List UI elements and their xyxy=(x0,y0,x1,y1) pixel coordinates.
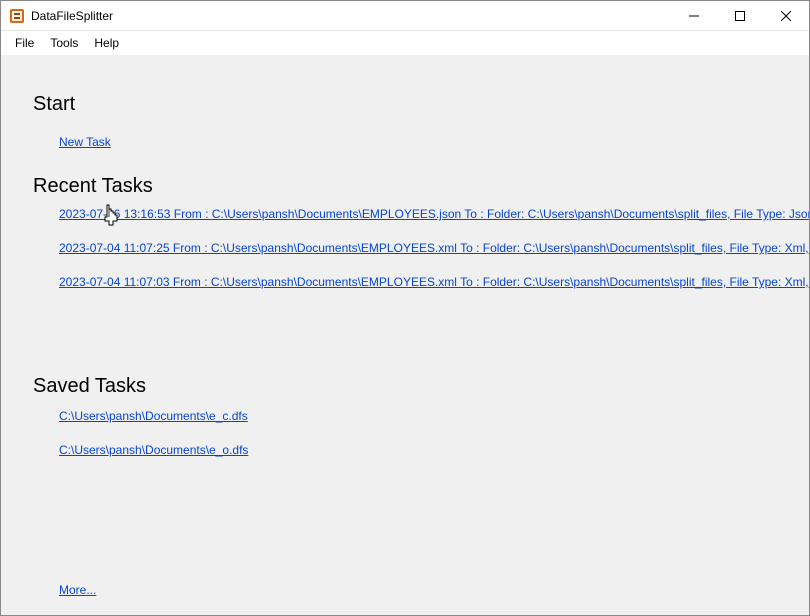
saved-task-link[interactable]: C:\Users\pansh\Documents\e_o.dfs xyxy=(59,443,248,457)
recent-task-link[interactable]: 2023-07-04 11:07:25 From : C:\Users\pans… xyxy=(59,241,809,255)
recent-task-item: 2023-07-06 13:16:53 From : C:\Users\pans… xyxy=(59,205,809,223)
menubar: File Tools Help xyxy=(1,31,809,55)
menu-file[interactable]: File xyxy=(7,34,42,52)
saved-task-item: C:\Users\pansh\Documents\e_o.dfs xyxy=(59,441,248,459)
start-heading: Start xyxy=(33,93,75,116)
menu-help[interactable]: Help xyxy=(86,34,127,52)
maximize-button[interactable] xyxy=(717,1,763,30)
saved-tasks-heading: Saved Tasks xyxy=(33,375,146,398)
recent-task-item: 2023-07-04 11:07:03 From : C:\Users\pans… xyxy=(59,273,809,291)
window-controls xyxy=(671,1,809,30)
menu-tools[interactable]: Tools xyxy=(42,34,86,52)
app-icon xyxy=(9,8,25,24)
minimize-button[interactable] xyxy=(671,1,717,30)
more-link[interactable]: More... xyxy=(59,583,96,597)
saved-tasks-list: C:\Users\pansh\Documents\e_c.dfs C:\User… xyxy=(59,407,248,475)
recent-tasks-list: 2023-07-06 13:16:53 From : C:\Users\pans… xyxy=(59,205,809,307)
new-task-link[interactable]: New Task xyxy=(59,135,111,149)
recent-tasks-heading: Recent Tasks xyxy=(33,175,153,198)
saved-task-item: C:\Users\pansh\Documents\e_c.dfs xyxy=(59,407,248,425)
close-button[interactable] xyxy=(763,1,809,30)
recent-task-item: 2023-07-04 11:07:25 From : C:\Users\pans… xyxy=(59,239,809,257)
recent-task-link[interactable]: 2023-07-06 13:16:53 From : C:\Users\pans… xyxy=(59,207,809,221)
window-title: DataFileSplitter xyxy=(31,9,671,23)
titlebar: DataFileSplitter xyxy=(1,1,809,31)
saved-task-link[interactable]: C:\Users\pansh\Documents\e_c.dfs xyxy=(59,409,248,423)
recent-task-link[interactable]: 2023-07-04 11:07:03 From : C:\Users\pans… xyxy=(59,275,809,289)
content-area: Start New Task Recent Tasks 2023-07-06 1… xyxy=(1,55,809,615)
